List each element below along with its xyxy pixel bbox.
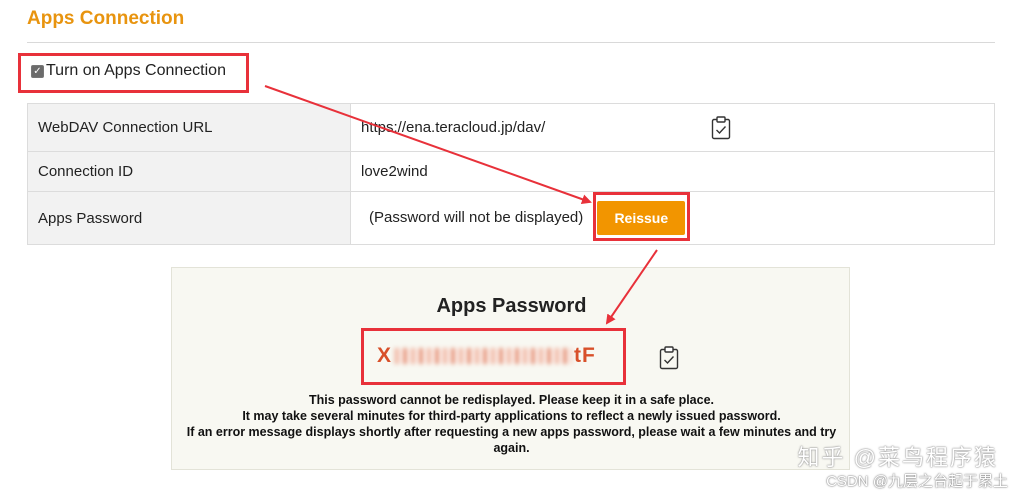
title-divider <box>27 42 995 43</box>
connection-settings-table: WebDAV Connection URL https://ena.teracl… <box>27 103 995 245</box>
apps-connection-page: Apps Connection ✓ Turn on Apps Connectio… <box>0 0 1022 499</box>
zhihu-watermark: 知乎 @菜鸟程序猿 <box>797 445 998 470</box>
toggle-highlight-box <box>18 53 249 93</box>
password-hidden-note: (Password will not be displayed) <box>369 208 584 226</box>
password-notes: This password cannot be redisplayed. Ple… <box>172 392 851 456</box>
section-title: Apps Connection <box>27 8 185 29</box>
webdav-url-label: WebDAV Connection URL <box>27 103 351 152</box>
new-password-title: Apps Password <box>436 295 587 317</box>
clipboard-check-icon[interactable] <box>711 116 731 140</box>
table-row: Connection ID love2wind <box>27 151 995 192</box>
table-row: WebDAV Connection URL https://ena.teracl… <box>27 103 995 152</box>
note-line: This password cannot be redisplayed. Ple… <box>308 393 715 407</box>
webdav-url-cell: https://ena.teracloud.jp/dav/ <box>350 103 995 152</box>
note-line: If an error message displays shortly aft… <box>186 425 837 455</box>
connection-id-label: Connection ID <box>27 151 351 192</box>
clipboard-check-icon[interactable] <box>659 346 679 370</box>
connection-id-value: love2wind <box>350 151 995 192</box>
webdav-url-value: https://ena.teracloud.jp/dav/ <box>361 119 546 136</box>
apps-password-label: Apps Password <box>27 191 351 245</box>
reissue-highlight-box <box>593 192 690 241</box>
note-line: It may take several minutes for third-pa… <box>242 409 781 423</box>
password-highlight-box <box>361 328 626 385</box>
csdn-watermark: CSDN @九层之台起于累土 <box>826 473 1008 490</box>
table-row: Apps Password (Password will not be disp… <box>27 191 995 245</box>
